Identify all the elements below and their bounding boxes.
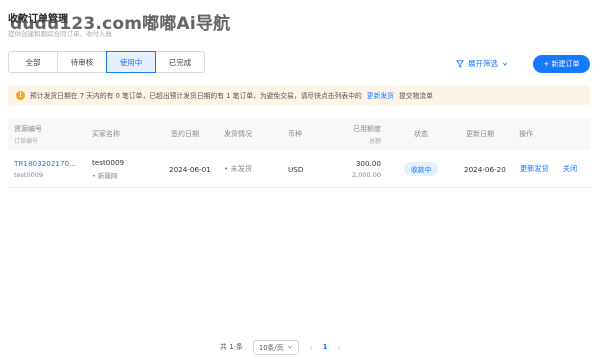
page-size-value: 10条/页 <box>258 344 284 352</box>
cell-shipping: • 未发货 <box>224 164 253 173</box>
cell-update-date: 2024-06-20 <box>464 164 506 174</box>
tab-completed[interactable]: 已完成 <box>155 51 205 73</box>
chevron-down-icon <box>502 62 508 66</box>
page-size-select[interactable]: 10条/页 <box>252 339 300 355</box>
col-status: 状态 <box>414 130 428 138</box>
prev-page-button[interactable]: ‹ <box>309 343 312 352</box>
watermark: dudu123.com嘟嘟Ai导航 <box>10 14 231 34</box>
tab-pending-review[interactable]: 待审核 <box>57 51 107 73</box>
chevron-down-icon <box>288 345 293 349</box>
tab-all[interactable]: 全部 <box>8 51 58 73</box>
alert-text: 预计发货日期在 7 天内的有 0 笔订单，已超出预计发货日期的有 1 笔订单，为… <box>30 92 362 100</box>
total-amount: 2,000.00 <box>352 171 381 179</box>
col-resource: 资源编号 订单编号 <box>14 118 42 150</box>
filter-icon <box>456 59 464 68</box>
pagination: 共 1 条 10条/页 ‹ 1 › <box>220 338 341 356</box>
cell-buyer: test0009 • 新疆网 <box>92 150 124 188</box>
order-id: test0009 <box>14 171 44 179</box>
table-row: TR1803202170... test0009 test0009 • 新疆网 … <box>8 150 590 188</box>
col-sign-date: 签约日期 <box>171 130 199 138</box>
status-tabs: 全部 待审核 使用中 已完成 <box>8 51 205 73</box>
cell-sign-date: 2024-06-01 <box>169 164 211 174</box>
cell-actions: 更新发货 关闭 <box>520 150 577 188</box>
col-used-amount: 已用额度 总额 <box>343 118 381 150</box>
buyer-sub: • 新疆网 <box>92 172 118 180</box>
col-buyer: 买家名称 <box>92 130 120 138</box>
col-used-label: 已用额度 <box>353 124 381 133</box>
buyer-name: test0009 <box>92 158 125 167</box>
expand-filter-label: 展开筛选 <box>468 59 498 68</box>
update-shipping-link[interactable]: 更新发货 <box>520 164 549 174</box>
resource-id-link[interactable]: TR1803202170... <box>14 159 76 168</box>
table-header: 资源编号 订单编号 买家名称 签约日期 发货情况 币种 已用额度 总额 状态 更… <box>8 118 590 150</box>
tab-in-use[interactable]: 使用中 <box>106 51 156 73</box>
cell-currency: USD <box>288 164 304 174</box>
close-link[interactable]: 关闭 <box>563 164 577 174</box>
expand-filter-button[interactable]: 展开筛选 <box>456 58 508 69</box>
col-update-date: 更新日期 <box>466 130 494 138</box>
col-currency: 币种 <box>288 130 302 138</box>
cell-status: 收款中 <box>404 150 439 188</box>
page-number-current[interactable]: 1 <box>323 343 328 351</box>
col-shipping: 发货情况 <box>224 130 252 138</box>
col-used-sub: 总额 <box>368 137 381 145</box>
alert-banner: ! 预计发货日期在 7 天内的有 0 笔订单，已超出预计发货日期的有 1 笔订单… <box>8 85 590 105</box>
alert-suffix: 提交物流单 <box>398 92 433 100</box>
new-order-button[interactable]: + 新建订单 <box>533 55 590 73</box>
warning-icon: ! <box>16 90 25 100</box>
used-amount: 300.00 <box>355 159 381 168</box>
alert-update-shipping-link[interactable]: 更新发货 <box>367 90 394 100</box>
next-page-button[interactable]: › <box>338 343 341 352</box>
col-resource-label: 资源编号 <box>14 124 42 133</box>
col-actions: 操作 <box>519 130 533 138</box>
status-badge: 收款中 <box>404 162 439 176</box>
cell-amount: 300.00 2,000.00 <box>338 150 381 188</box>
col-resource-sub: 订单编号 <box>14 137 39 145</box>
pagination-total: 共 1 条 <box>220 343 243 351</box>
cell-resource: TR1803202170... test0009 <box>14 150 76 188</box>
